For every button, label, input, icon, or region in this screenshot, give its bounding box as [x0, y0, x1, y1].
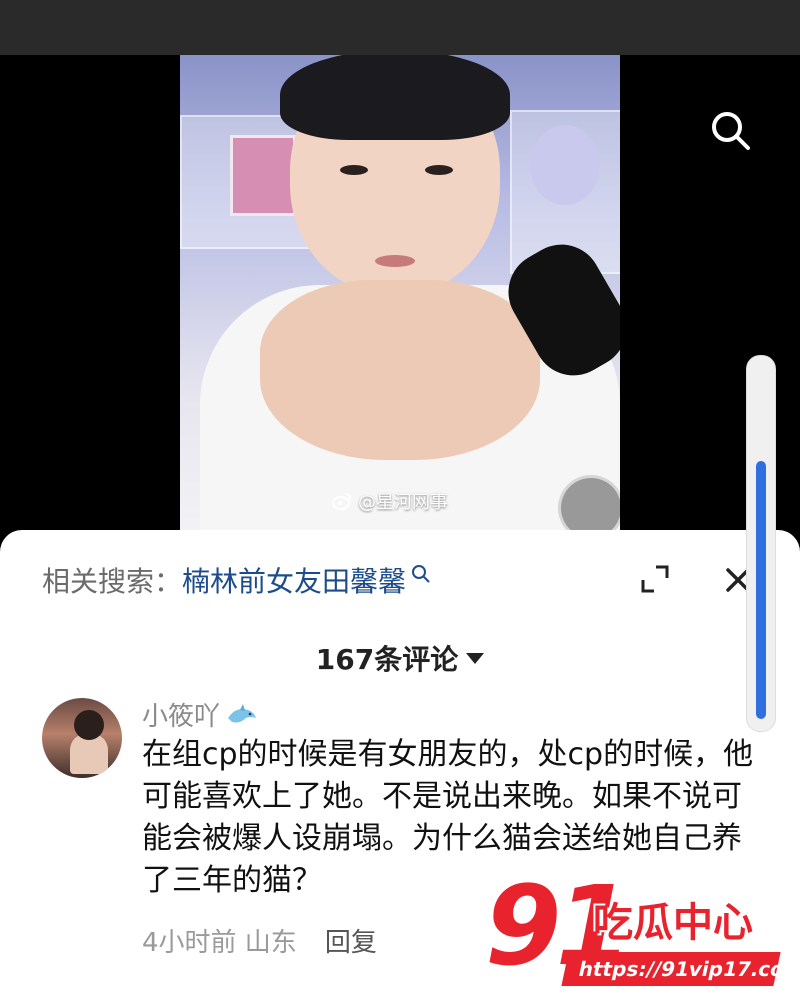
logo-title: 吃瓜中心 — [593, 900, 753, 946]
comment-meta: 4小时前 山东 回复 — [142, 922, 377, 959]
avatar-figure — [70, 734, 108, 774]
site-logo: 91 吃瓜中心 https://91vip17.com — [475, 862, 800, 1000]
toy-bear — [530, 125, 600, 205]
scrollbar[interactable] — [746, 355, 776, 732]
person-eye — [340, 165, 368, 175]
related-search[interactable]: 相关搜索： 楠林前女友田馨馨 — [42, 560, 432, 600]
search-icon — [412, 565, 430, 583]
weibo-icon — [332, 493, 352, 510]
person-hair — [280, 55, 510, 140]
video-player[interactable]: @星河网事 — [0, 55, 800, 545]
logo-url: https://91vip17.com — [561, 952, 800, 986]
search-icon[interactable] — [706, 107, 754, 155]
username[interactable]: 小筱吖 — [142, 696, 220, 733]
comment-count: 167条评论 — [315, 643, 459, 676]
avatar-hair — [74, 710, 104, 740]
video-frame: @星河网事 — [180, 55, 620, 545]
comment-count-sort[interactable]: 167条评论 — [0, 638, 800, 678]
chevron-down-icon — [466, 653, 485, 664]
status-bar — [0, 0, 800, 55]
related-search-query[interactable]: 楠林前女友田馨馨 — [182, 560, 406, 600]
scrollbar-thumb[interactable] — [756, 461, 766, 719]
video-watermark: @星河网事 — [332, 488, 448, 514]
person-eye — [425, 165, 453, 175]
comment-author[interactable]: 小筱吖 — [142, 696, 258, 733]
comment-time-location: 4小时前 山东 — [142, 928, 297, 958]
expand-icon[interactable] — [640, 564, 670, 594]
person-hands — [260, 280, 540, 460]
watermark-text: @星河网事 — [358, 492, 448, 513]
background-poster — [230, 135, 296, 216]
related-search-label: 相关搜索： — [42, 565, 183, 598]
reply-button[interactable]: 回复 — [325, 922, 377, 959]
dolphin-icon — [228, 703, 257, 722]
avatar[interactable] — [42, 698, 122, 778]
person-mouth — [375, 255, 415, 267]
